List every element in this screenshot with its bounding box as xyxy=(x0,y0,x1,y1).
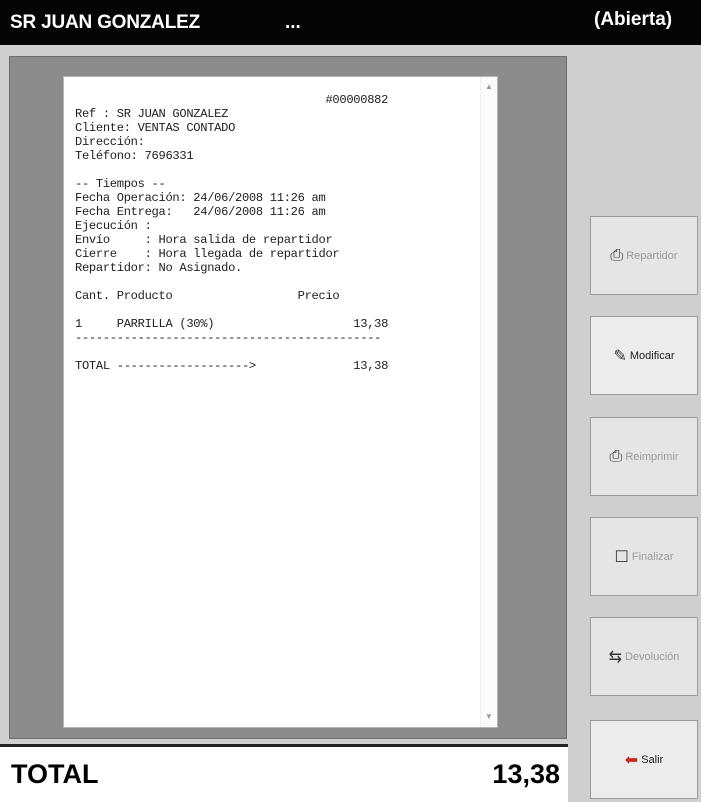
total-bar: TOTAL 13,38 xyxy=(0,744,568,802)
receipt-text: #00000882 Ref : SR JUAN GONZALEZ Cliente… xyxy=(75,93,479,373)
receipt-paper: #00000882 Ref : SR JUAN GONZALEZ Cliente… xyxy=(63,76,498,728)
total-label: TOTAL xyxy=(11,759,99,789)
receipt-line: Cant. Producto Precio xyxy=(75,289,340,303)
reimprimir-label: Reimprimir xyxy=(625,450,679,463)
finalizar-label: Finalizar xyxy=(631,550,674,563)
finish-icon: ☐ xyxy=(614,548,629,566)
salir-button[interactable]: ⬅ Salir xyxy=(590,720,698,799)
repartidor-label: Repartidor xyxy=(626,249,678,262)
receipt-line: TOTAL -------------------> 13,38 xyxy=(75,359,389,373)
receipt-line: #00000882 xyxy=(75,93,389,107)
exit-door-icon: ⬅ xyxy=(624,751,639,769)
order-status: (Abierta) xyxy=(594,9,673,30)
printer-icon: ⎙ xyxy=(609,447,623,465)
scroll-down-icon[interactable]: ▼ xyxy=(481,709,497,725)
receipt-line: Cierre : Hora llegada de repartidor xyxy=(75,247,340,261)
finalizar-button[interactable]: ☐ Finalizar xyxy=(590,517,698,596)
modificar-button[interactable]: ✎ Modificar xyxy=(590,316,698,395)
receipt-line: Ejecución : xyxy=(75,219,152,233)
receipt-line: ----------------------------------------… xyxy=(75,331,382,345)
delivery-icon: ⎙ xyxy=(610,246,624,264)
receipt-line: Fecha Entrega: 24/06/2008 11:26 am xyxy=(75,205,326,219)
receipt-line: Repartidor: No Asignado. xyxy=(75,261,242,275)
receipt-line: -- Tiempos -- xyxy=(75,177,166,191)
customer-title: SR JUAN GONZALEZ xyxy=(10,12,200,33)
repartidor-button[interactable]: ⎙ Repartidor xyxy=(590,216,698,295)
devolucion-button[interactable]: ⇆ Devolución xyxy=(590,617,698,696)
receipt-line: Ref : SR JUAN GONZALEZ xyxy=(75,107,229,121)
receipt-line: 1 PARRILLA (30%) 13,38 xyxy=(75,317,389,331)
devolucion-label: Devolución xyxy=(624,650,680,663)
receipt-line: Envío : Hora salida de repartidor xyxy=(75,233,333,247)
receipt-line: Cliente: VENTAS CONTADO xyxy=(75,121,236,135)
salir-label: Salir xyxy=(641,753,664,766)
receipt-line: Teléfono: 7696331 xyxy=(75,149,194,163)
receipt-scrollbar[interactable]: ▲ ▼ xyxy=(480,77,497,727)
title-bar: SR JUAN GONZALEZ ... (Abierta) xyxy=(0,0,701,45)
edit-icon: ✎ xyxy=(613,347,627,365)
title-ellipsis: ... xyxy=(285,12,301,33)
reimprimir-button[interactable]: ⎙ Reimprimir xyxy=(590,417,698,496)
total-value: 13,38 xyxy=(492,759,560,789)
return-icon: ⇆ xyxy=(608,648,622,666)
scroll-up-icon[interactable]: ▲ xyxy=(481,79,497,95)
receipt-line: Dirección: xyxy=(75,135,145,149)
receipt-line: Fecha Operación: 24/06/2008 11:26 am xyxy=(75,191,326,205)
modificar-label: Modificar xyxy=(629,349,675,362)
